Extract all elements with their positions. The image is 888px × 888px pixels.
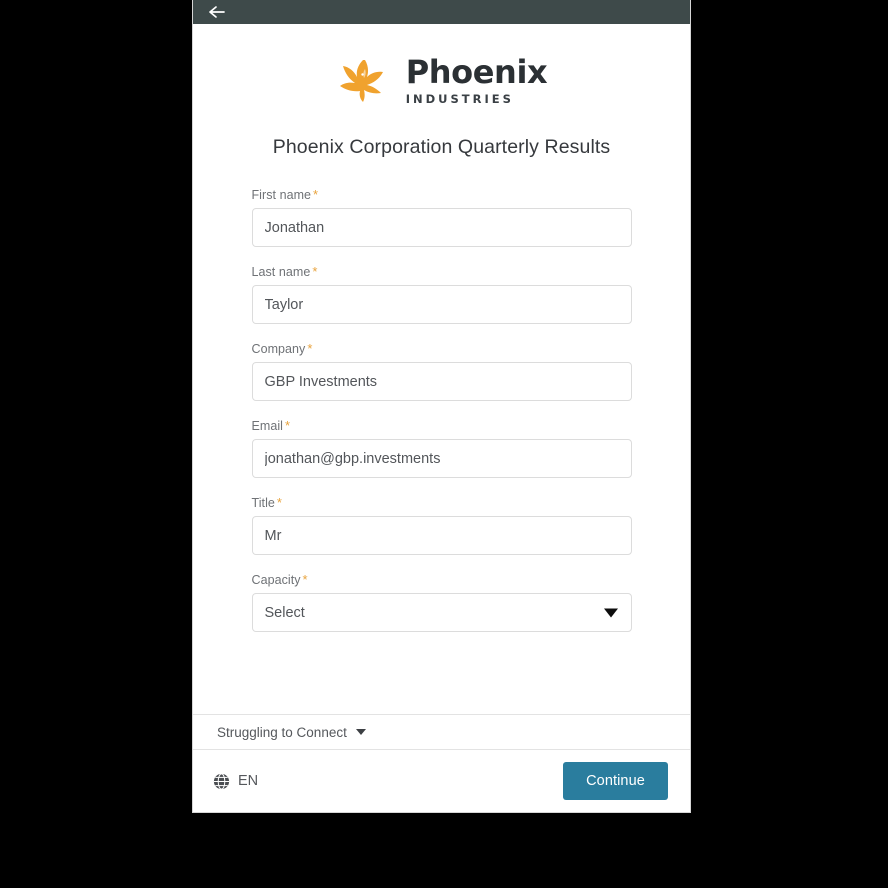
label-text: First name bbox=[251, 188, 312, 202]
field-capacity: Capacity * Select bbox=[251, 572, 632, 632]
email-input[interactable] bbox=[251, 439, 632, 478]
struggling-to-connect-label: Struggling to Connect bbox=[217, 724, 347, 740]
title-input[interactable] bbox=[251, 516, 632, 555]
last-name-input[interactable] bbox=[251, 285, 632, 324]
globe-icon bbox=[213, 772, 230, 790]
arrow-left-icon[interactable] bbox=[208, 4, 226, 20]
field-company: Company * bbox=[251, 341, 632, 401]
label-text: Last name bbox=[251, 265, 311, 279]
footer-action-row: EN Continue bbox=[193, 750, 690, 812]
brand-subtitle: INDUSTRIES bbox=[405, 92, 514, 107]
form-body: Phoenix INDUSTRIES Phoenix Corporation Q… bbox=[193, 24, 690, 714]
brand-name: Phoenix bbox=[405, 53, 548, 92]
brand-wordmark: Phoenix INDUSTRIES bbox=[406, 56, 548, 106]
label-email: Email * bbox=[252, 418, 632, 433]
language-selector[interactable]: EN bbox=[213, 772, 259, 790]
required-asterisk: * bbox=[276, 495, 283, 510]
capacity-select-value: Select bbox=[264, 604, 305, 621]
label-text: Title bbox=[251, 496, 275, 510]
page-title: Phoenix Corporation Quarterly Results bbox=[272, 136, 611, 158]
registration-form: First name* Last name* Company* bbox=[251, 187, 632, 632]
continue-button[interactable]: Continue bbox=[563, 762, 668, 800]
label-capacity: Capacity * bbox=[252, 572, 632, 587]
field-first-name: First name * bbox=[251, 187, 632, 247]
chevron-down-icon bbox=[355, 729, 366, 735]
phoenix-bird-icon bbox=[336, 55, 394, 107]
screen: Phoenix INDUSTRIES Phoenix Corporation Q… bbox=[0, 0, 888, 888]
language-label: EN bbox=[238, 773, 259, 789]
capacity-select-wrap: Select bbox=[251, 593, 632, 632]
required-asterisk: * bbox=[313, 187, 319, 202]
struggling-to-connect-row[interactable]: Struggling to Connect bbox=[193, 715, 690, 749]
label-first-name: First name * bbox=[252, 187, 632, 202]
required-asterisk: * bbox=[302, 572, 308, 587]
label-title: Title * bbox=[252, 495, 632, 510]
label-last-name: Last name * bbox=[252, 264, 632, 279]
app-card: Phoenix INDUSTRIES Phoenix Corporation Q… bbox=[193, 0, 690, 812]
brand-logo: Phoenix INDUSTRIES bbox=[193, 55, 690, 107]
top-bar bbox=[193, 0, 690, 24]
field-email: Email * bbox=[251, 418, 632, 478]
first-name-input[interactable] bbox=[251, 208, 632, 247]
required-asterisk: * bbox=[312, 264, 318, 279]
required-asterisk: * bbox=[307, 341, 313, 356]
capacity-select[interactable]: Select bbox=[251, 593, 632, 632]
label-text: Company bbox=[251, 342, 306, 356]
label-text: Email bbox=[251, 419, 284, 433]
field-title: Title * bbox=[251, 495, 632, 555]
label-company: Company * bbox=[252, 341, 632, 356]
label-text: Capacity bbox=[251, 573, 301, 587]
required-asterisk: * bbox=[285, 418, 291, 433]
company-input[interactable] bbox=[251, 362, 632, 401]
field-last-name: Last name * bbox=[251, 264, 632, 324]
